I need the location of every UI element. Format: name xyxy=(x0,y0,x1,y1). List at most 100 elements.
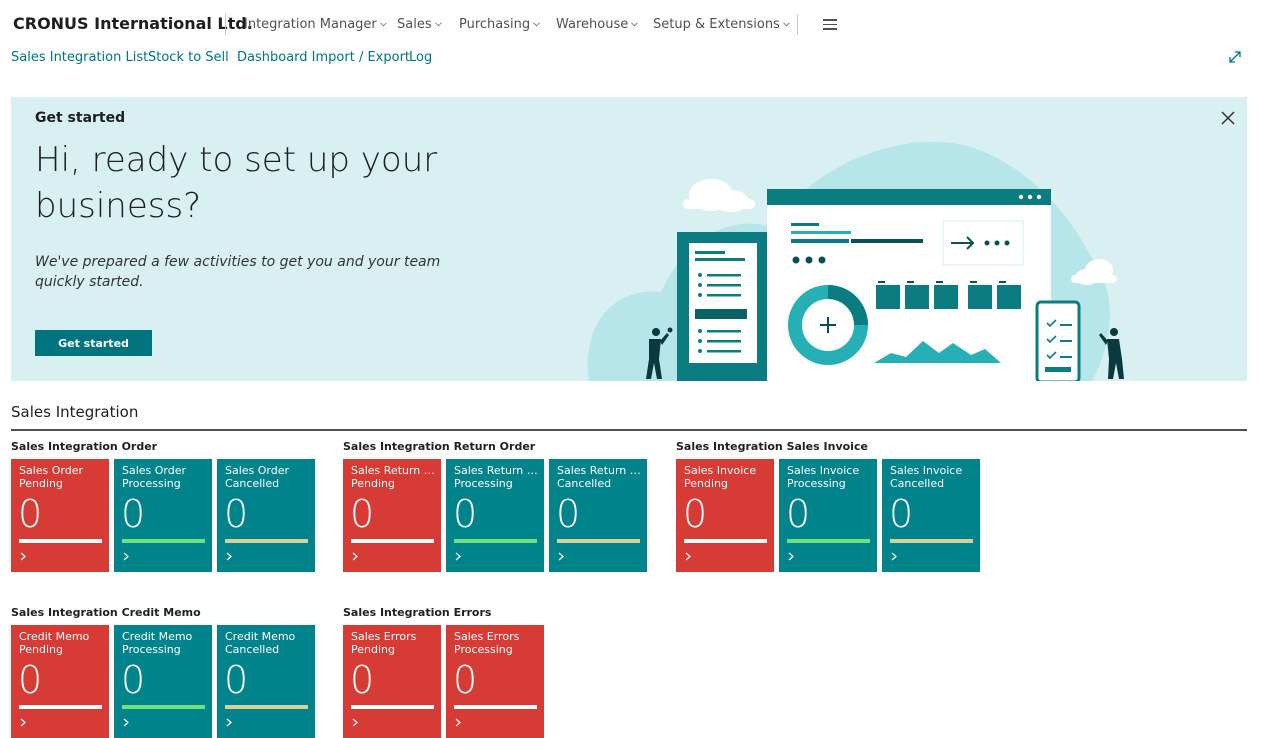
nav-menu-label: Purchasing xyxy=(459,17,531,32)
chevron-right-icon[interactable] xyxy=(123,718,129,727)
cue-tile[interactable]: Sales Invoice Processing 0 xyxy=(779,459,877,572)
cue-tile[interactable]: Sales Errors Pending 0 xyxy=(343,625,441,738)
group-title-sales-integration-errors: Sales Integration Errors xyxy=(343,606,492,619)
link-stock-to-sell[interactable]: Stock to Sell xyxy=(148,50,229,65)
chevron-right-icon[interactable] xyxy=(352,718,358,727)
tile-status-bar xyxy=(454,539,537,543)
tile-value: 0 xyxy=(453,658,478,702)
cue-tile[interactable]: Sales Return O... Pending 0 xyxy=(343,459,441,572)
nav-separator xyxy=(797,14,798,35)
tile-status-bar xyxy=(19,705,102,709)
chevron-right-icon[interactable] xyxy=(455,552,461,561)
section-title: Sales Integration xyxy=(11,403,139,421)
nav-menu-purchasing[interactable]: Purchasing xyxy=(459,17,541,32)
tile-caption: Sales Return O... Cancelled xyxy=(557,464,643,490)
top-navigation: CRONUS International Ltd. Integration Ma… xyxy=(0,0,1280,48)
tile-caption-line: Cancelled xyxy=(225,477,280,490)
nav-menu-warehouse[interactable]: Warehouse xyxy=(556,17,639,32)
tile-status-bar xyxy=(557,539,640,543)
cue-tile[interactable]: Sales Invoice Cancelled 0 xyxy=(882,459,980,572)
tile-caption-line: Sales Invoice xyxy=(684,464,757,477)
tile-value: 0 xyxy=(18,658,43,702)
tile-value: 0 xyxy=(121,658,146,702)
tile-caption: Sales Return O... Processing xyxy=(454,464,540,490)
chevron-right-icon[interactable] xyxy=(685,552,691,561)
tile-status-bar xyxy=(787,539,870,543)
get-started-banner: Get started Hi, ready to set up your bus… xyxy=(11,97,1247,381)
tile-value: 0 xyxy=(683,492,708,536)
chevron-right-icon[interactable] xyxy=(20,718,26,727)
cue-tile[interactable]: Credit Memo Pending 0 xyxy=(11,625,109,738)
company-name[interactable]: CRONUS International Ltd. xyxy=(13,14,253,33)
chevron-down-icon xyxy=(631,22,639,27)
tile-caption-line: Sales Return O... xyxy=(351,464,437,477)
tile-value: 0 xyxy=(350,658,375,702)
tile-value: 0 xyxy=(889,492,914,536)
nav-menu-setup-extensions[interactable]: Setup & Extensions xyxy=(653,17,790,32)
tile-caption-line: Pending xyxy=(351,643,395,656)
link-dashboard-import-export[interactable]: Dashboard Import / Export xyxy=(237,50,410,65)
nav-menu-sales[interactable]: Sales xyxy=(397,17,442,32)
hamburger-icon[interactable] xyxy=(823,19,837,30)
tile-caption: Sales Invoice Cancelled xyxy=(890,464,976,490)
link-sales-integration-list[interactable]: Sales Integration List xyxy=(11,50,148,65)
tile-caption-line: Pending xyxy=(19,477,63,490)
tile-caption: Credit Memo Pending xyxy=(19,630,105,656)
nav-menu-label: Warehouse xyxy=(556,17,629,32)
nav-menu-label: Integration Manager xyxy=(244,17,377,32)
chevron-down-icon xyxy=(379,22,387,27)
tile-value: 0 xyxy=(121,492,146,536)
chevron-right-icon[interactable] xyxy=(352,552,358,561)
tile-caption-line: Processing xyxy=(787,477,846,490)
section-divider xyxy=(11,429,1247,431)
cue-tile[interactable]: Sales Return O... Cancelled 0 xyxy=(549,459,647,572)
cue-tile[interactable]: Sales Invoice Pending 0 xyxy=(676,459,774,572)
chevron-right-icon[interactable] xyxy=(226,718,232,727)
tile-value: 0 xyxy=(350,492,375,536)
tile-caption: Credit Memo Processing xyxy=(122,630,208,656)
tile-value: 0 xyxy=(453,492,478,536)
tile-caption-line: Cancelled xyxy=(225,643,280,656)
tile-caption: Sales Order Processing xyxy=(122,464,208,490)
tile-value: 0 xyxy=(18,492,43,536)
tile-caption: Sales Order Pending xyxy=(19,464,105,490)
chevron-right-icon[interactable] xyxy=(226,552,232,561)
cue-tile[interactable]: Credit Memo Processing 0 xyxy=(114,625,212,738)
cue-tile[interactable]: Sales Order Pending 0 xyxy=(11,459,109,572)
tile-status-bar xyxy=(454,705,537,709)
tile-status-bar xyxy=(225,539,308,543)
cue-tile[interactable]: Sales Return O... Processing 0 xyxy=(446,459,544,572)
tile-caption-line: Pending xyxy=(351,477,395,490)
tile-caption-line: Sales Return O... xyxy=(454,464,540,477)
tile-caption-line: Cancelled xyxy=(890,477,945,490)
cue-tile[interactable]: Sales Order Cancelled 0 xyxy=(217,459,315,572)
chevron-right-icon[interactable] xyxy=(20,552,26,561)
close-icon[interactable] xyxy=(1220,110,1236,126)
tile-status-bar xyxy=(19,539,102,543)
link-log[interactable]: Log xyxy=(409,50,432,65)
chevron-down-icon xyxy=(434,22,442,27)
tile-caption-line: Sales Order xyxy=(225,464,290,477)
chevron-down-icon xyxy=(782,22,790,27)
cue-tile[interactable]: Sales Errors Processing 0 xyxy=(446,625,544,738)
tile-caption-line: Sales Errors xyxy=(351,630,417,643)
tile-value: 0 xyxy=(224,658,249,702)
tile-caption-line: Sales Errors xyxy=(454,630,520,643)
tile-value: 0 xyxy=(556,492,581,536)
tile-caption: Sales Return O... Pending xyxy=(351,464,437,490)
tile-caption-line: Sales Order xyxy=(19,464,84,477)
banner-description: We've prepared a few activities to get y… xyxy=(35,254,441,290)
cue-tile[interactable]: Sales Order Processing 0 xyxy=(114,459,212,572)
tile-caption-line: Processing xyxy=(122,477,181,490)
cue-tile[interactable]: Credit Memo Cancelled 0 xyxy=(217,625,315,738)
tile-status-bar xyxy=(890,539,973,543)
tile-caption-line: Processing xyxy=(454,477,513,490)
chevron-right-icon[interactable] xyxy=(558,552,564,561)
chevron-right-icon[interactable] xyxy=(891,552,897,561)
chevron-right-icon[interactable] xyxy=(123,552,129,561)
expand-icon[interactable] xyxy=(1227,49,1243,65)
chevron-right-icon[interactable] xyxy=(455,718,461,727)
get-started-button[interactable]: Get started xyxy=(35,330,152,356)
chevron-right-icon[interactable] xyxy=(788,552,794,561)
nav-menu-integration-manager[interactable]: Integration Manager xyxy=(244,17,387,32)
